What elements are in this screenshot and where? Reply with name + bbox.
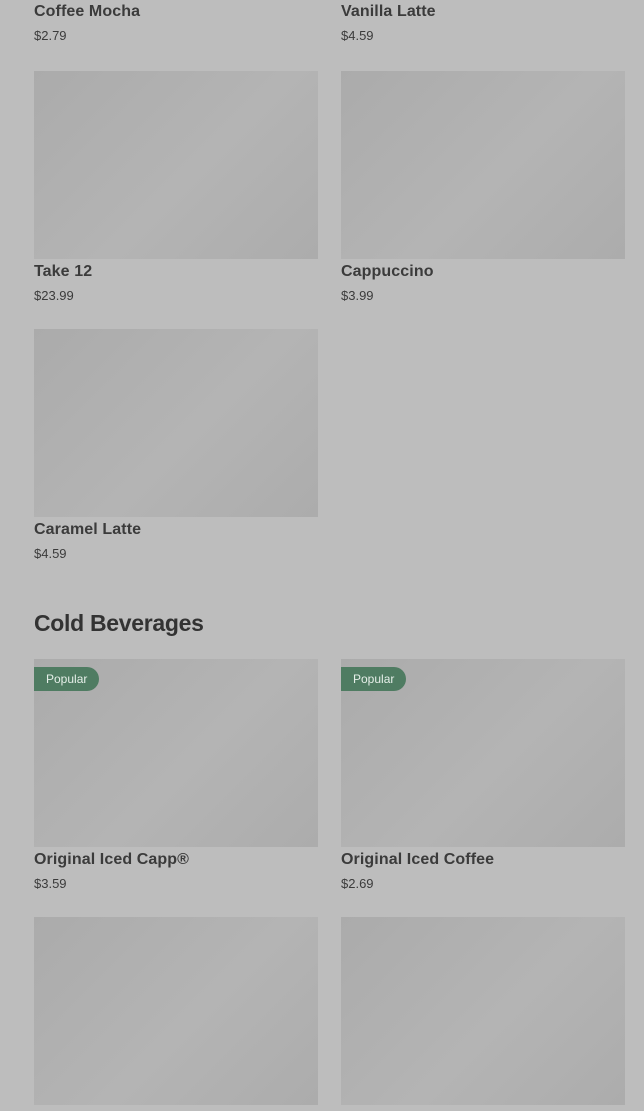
menu-item-card[interactable]: Take 12 $23.99 xyxy=(34,71,318,311)
menu-page: Coffee Mocha $2.79 Vanilla Latte $4.59 T… xyxy=(0,0,644,1111)
menu-item-card[interactable]: Coffee Mocha $2.79 xyxy=(34,0,318,50)
section-title-cold-beverages: Cold Beverages xyxy=(34,610,204,636)
item-name: Caramel Latte xyxy=(34,521,142,538)
item-image xyxy=(34,917,318,1105)
item-name: Take 12 xyxy=(34,263,93,280)
menu-item-card[interactable] xyxy=(341,917,625,1111)
popular-badge: Popular xyxy=(34,667,100,691)
item-price: $23.99 xyxy=(34,288,74,303)
item-price: $2.79 xyxy=(34,28,67,43)
item-name: Original Iced Capp® xyxy=(34,851,190,868)
item-price: $4.59 xyxy=(341,28,374,43)
item-price: $3.59 xyxy=(34,876,67,891)
menu-item-card[interactable] xyxy=(34,917,318,1111)
item-name: Original Iced Coffee xyxy=(341,851,495,868)
menu-item-card[interactable]: Popular Original Iced Coffee $2.69 xyxy=(341,659,625,899)
item-name: Vanilla Latte xyxy=(341,3,436,20)
item-price: $4.59 xyxy=(34,546,67,561)
item-image xyxy=(34,71,318,259)
item-name: Coffee Mocha xyxy=(34,3,141,20)
menu-item-card[interactable]: Vanilla Latte $4.59 xyxy=(341,0,625,50)
item-image xyxy=(341,917,625,1105)
item-price: $3.99 xyxy=(341,288,374,303)
item-price: $2.69 xyxy=(341,876,374,891)
popular-badge: Popular xyxy=(341,667,407,691)
menu-item-card[interactable]: Popular Original Iced Capp® $3.59 xyxy=(34,659,318,899)
item-image xyxy=(34,329,318,517)
menu-item-card[interactable]: Cappuccino $3.99 xyxy=(341,71,625,311)
item-name: Cappuccino xyxy=(341,263,434,280)
menu-item-card[interactable]: Caramel Latte $4.59 xyxy=(34,329,318,569)
item-image xyxy=(341,71,625,259)
